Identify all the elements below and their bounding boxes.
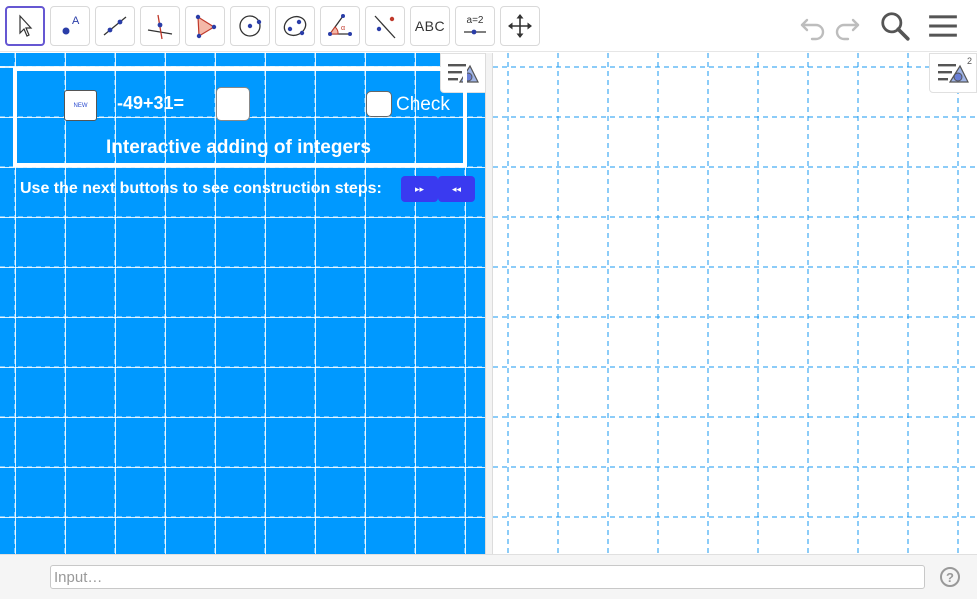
cursor-arrow-icon [19, 14, 33, 37]
check-label: Check [396, 94, 450, 115]
undo-button[interactable] [796, 10, 828, 42]
ellipse-icon [283, 15, 307, 37]
style-bar-2-superscript: 2 [966, 56, 972, 66]
geogebra-app: A α ABC a=2 NEW -49+31= Check Interactiv… [0, 0, 977, 599]
search-button[interactable] [879, 10, 911, 42]
toolbar: A α ABC a=2 [0, 0, 977, 52]
angle-tool[interactable]: α [320, 6, 360, 46]
reflect-tool[interactable] [365, 6, 405, 46]
activity-title: Interactive adding of integers [106, 137, 371, 158]
hamburger-menu-icon [929, 15, 957, 37]
search-icon [881, 12, 910, 41]
next-step-button[interactable]: ▸▸ [401, 176, 438, 202]
grid-2 [493, 53, 977, 554]
algebra-input-field[interactable] [50, 565, 925, 589]
perpendicular-tool[interactable] [140, 6, 180, 46]
style-bar-2-icon [938, 64, 969, 83]
point-tool[interactable]: A [50, 6, 90, 46]
polygon-tool[interactable] [185, 6, 225, 46]
style-bar-toggle-2[interactable]: 2 [929, 53, 977, 93]
undo-icon [800, 18, 825, 41]
svg-text:α: α [341, 25, 345, 32]
new-problem-button[interactable]: NEW [64, 90, 97, 121]
redo-button[interactable] [832, 10, 864, 42]
text-tool-label: ABC [414, 18, 446, 34]
check-checkbox[interactable] [366, 91, 392, 117]
equation-text: -49+31= [117, 93, 185, 113]
move-arrows-icon [508, 14, 532, 38]
previous-step-button[interactable]: ◂◂ [438, 176, 475, 202]
answer-input[interactable] [216, 87, 250, 121]
ellipse-tool[interactable] [275, 6, 315, 46]
menu-button[interactable] [927, 10, 959, 42]
move-tool[interactable] [5, 6, 45, 46]
move-graphics-tool[interactable] [500, 6, 540, 46]
text-tool[interactable]: ABC [410, 6, 450, 46]
angle-icon: α [328, 14, 352, 36]
perpendicular-line-icon [147, 14, 173, 40]
svg-text:A: A [72, 15, 80, 27]
line-tool[interactable] [95, 6, 135, 46]
slider-tool-label: a=2 [466, 15, 484, 26]
view-splitter[interactable] [485, 53, 493, 554]
circle-tool[interactable] [230, 6, 270, 46]
construction-steps-text: Use the next buttons to see construction… [20, 180, 382, 197]
reflect-icon [374, 15, 396, 39]
slider-tool[interactable]: a=2 [455, 6, 495, 46]
line-icon [103, 16, 127, 36]
circle-center-icon [239, 15, 262, 37]
point-icon: A [62, 15, 80, 35]
polygon-icon [195, 14, 217, 39]
help-icon[interactable]: ? [940, 567, 960, 587]
redo-icon [835, 18, 860, 41]
graphics-view-2[interactable]: 2 [493, 53, 977, 554]
input-bar: ? [0, 554, 977, 599]
